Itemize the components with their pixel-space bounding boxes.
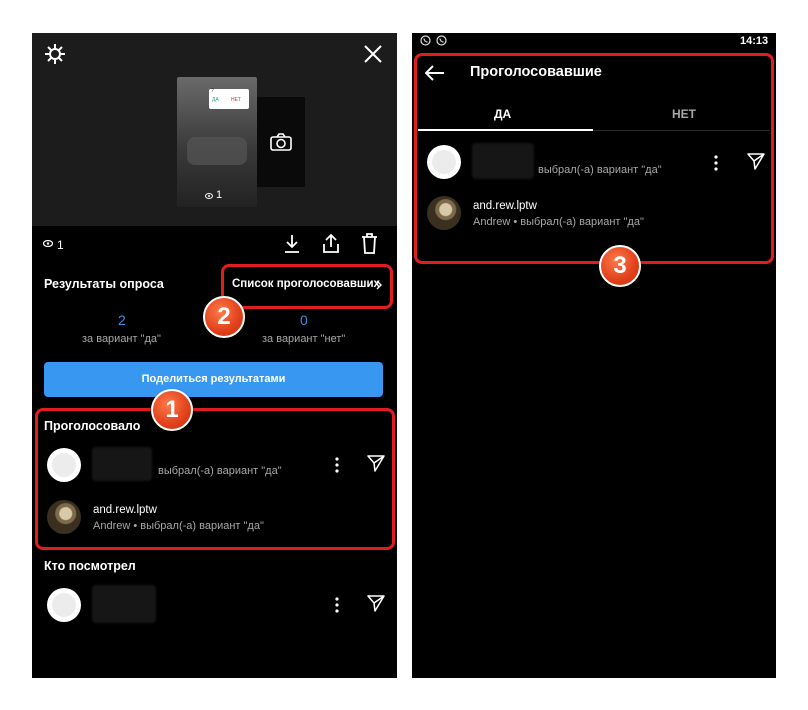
story-thumbnail[interactable]: ? ДА НЕТ 1 [177, 77, 257, 207]
highlight-voted-section [35, 408, 395, 550]
share-results-label: Поделиться результатами [141, 373, 286, 385]
yes-vote-label: за вариант "да" [82, 333, 161, 345]
viewer-count: 1 [57, 238, 64, 252]
download-icon[interactable] [283, 234, 301, 254]
viber-icon [436, 35, 447, 46]
viewers-heading: Кто посмотрел [44, 559, 136, 573]
avatar [47, 588, 81, 622]
settings-icon[interactable] [44, 43, 66, 65]
step-badge-1: 1 [151, 389, 193, 431]
thumbnail-pointer [208, 219, 222, 226]
sticker-no: НЕТ [231, 97, 241, 103]
status-time: 14:13 [740, 35, 769, 47]
highlight-voters-link [221, 264, 393, 309]
no-vote-count: 0 [300, 312, 308, 328]
step-badge-2: 2 [203, 296, 245, 338]
trash-icon[interactable] [361, 233, 378, 254]
eye-icon [205, 193, 213, 199]
sticker-question: ? [211, 88, 214, 94]
username-redacted [92, 585, 156, 623]
status-bar: 14:13 [412, 33, 776, 49]
camera-icon [270, 133, 292, 151]
send-icon[interactable] [367, 595, 385, 612]
more-icon[interactable] [335, 597, 339, 613]
share-icon[interactable] [322, 233, 340, 254]
poll-results-title: Результаты опроса [44, 277, 164, 291]
story-image [187, 137, 247, 165]
no-vote-label: за вариант "нет" [262, 333, 346, 345]
viber-icon [420, 35, 431, 46]
sticker-yes: ДА [212, 97, 219, 103]
poll-results-screen: ? ДА НЕТ 1 1 Результаты опроса Список пр… [32, 33, 397, 678]
list-item[interactable] [32, 583, 397, 627]
highlight-voters-screen [414, 53, 774, 264]
close-icon[interactable] [363, 44, 383, 64]
step-badge-3: 3 [599, 245, 641, 287]
yes-vote-count: 2 [118, 312, 126, 328]
eye-icon [43, 240, 53, 247]
share-results-button[interactable]: Поделиться результатами [44, 362, 383, 397]
poll-sticker: ? ДА НЕТ [209, 88, 249, 109]
add-story-tile[interactable] [257, 97, 305, 187]
story-view-count: 1 [216, 189, 223, 201]
